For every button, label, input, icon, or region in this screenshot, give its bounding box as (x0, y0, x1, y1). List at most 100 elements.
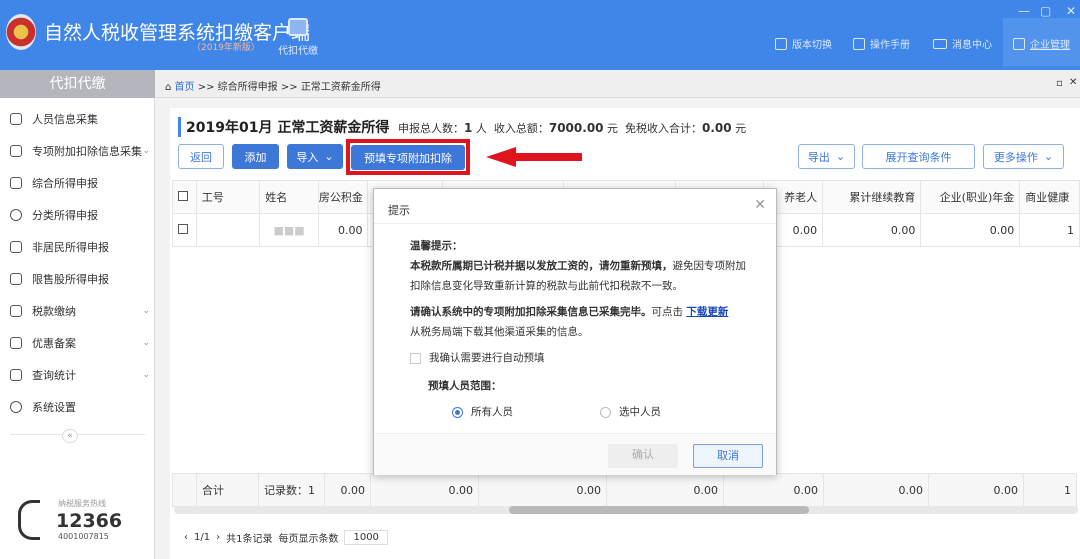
l: 免税收入合计： (625, 122, 703, 135)
back-button[interactable]: 返回 (178, 144, 224, 169)
heading: 温馨提示： (410, 240, 463, 252)
radio-all[interactable]: 所有人员 (452, 402, 592, 422)
cell: 0.00 (324, 473, 371, 507)
sidebar-item-restricted-stock[interactable]: 限售股所得申报 (10, 271, 150, 287)
message-center-button[interactable]: 消息中心 (933, 36, 992, 51)
gear-icon (10, 401, 22, 413)
prompt-dialog: 提示 ✕ 温馨提示： 本税款所属期已计税并据以发放工资的，请勿重新预填，避免因专… (373, 188, 777, 475)
sidebar-item-classified[interactable]: 分类所得申报 (10, 207, 150, 223)
per-page-label: 每页显示条数 (278, 534, 339, 545)
label: 人员信息采集 (32, 113, 98, 126)
confirm-checkbox[interactable] (410, 352, 421, 364)
document-icon (775, 37, 787, 50)
import-button[interactable]: 导入 ⌄ (287, 144, 343, 169)
book-icon (10, 337, 22, 349)
module-tab[interactable]: 代扣代缴 (276, 18, 320, 57)
col-header[interactable]: 姓名 (259, 180, 319, 214)
cell: 0.00 (478, 473, 607, 507)
sidebar-item-comprehensive[interactable]: 综合所得申报 (10, 175, 150, 191)
label: 更多操作 (993, 150, 1038, 164)
col-header[interactable]: 工号 (195, 180, 261, 214)
breadcrumb: ⌂ 首页 >> 综合所得申报 >> 正常工资薪金所得 (165, 78, 381, 93)
dialog-title: 提示 (388, 204, 410, 217)
record-count: 记录数：1 (258, 473, 325, 507)
u: 元 (607, 122, 619, 135)
building-icon (1013, 37, 1025, 50)
label: 企业管理 (1030, 40, 1070, 51)
cell-name-blurred: ■■■ (259, 213, 319, 247)
bar-chart-icon (10, 273, 22, 285)
label: 导出 (807, 150, 830, 164)
confirm-button[interactable]: 确认 (608, 444, 678, 468)
row-checkbox[interactable] (172, 213, 197, 247)
sidebar-item-nonresident[interactable]: 非居民所得申报 (10, 239, 150, 255)
l: 申报总人数： (398, 122, 464, 135)
next-page-icon[interactable]: › (216, 532, 220, 543)
app-title: 自然人税收管理系统扣缴客户端 (44, 22, 311, 44)
label: 版本切换 (792, 40, 832, 51)
horizontal-scrollbar[interactable] (174, 506, 1078, 514)
p1-bold: 本税款所属期已计税并据以发放工资的，请勿重新预填， (410, 260, 673, 272)
cancel-button[interactable]: 取消 (693, 444, 763, 468)
sidebar-item-tax-payment[interactable]: 税款缴纳 ⌄ (10, 303, 150, 319)
select-all-checkbox[interactable] (172, 180, 197, 214)
add-button[interactable]: 添加 (232, 144, 279, 169)
close-tab-button[interactable]: ✕ (1069, 77, 1077, 88)
emblem-logo (6, 14, 36, 50)
close-window-button[interactable]: ✕ (1066, 4, 1076, 18)
page: 1/1 (194, 532, 211, 543)
expand-query-button[interactable]: 展开查询条件 (862, 144, 975, 169)
exempt: 0.00 (702, 121, 732, 135)
sidebar-item-query[interactable]: 查询统计 ⌄ (10, 367, 150, 383)
sidebar-item-preferential[interactable]: 优惠备案 ⌄ (10, 335, 150, 351)
chevron-down-icon: ⌄ (142, 370, 150, 380)
col-header[interactable]: 商业健康 (1019, 180, 1080, 214)
maximize-button[interactable]: ▢ (1040, 4, 1051, 18)
prev-page-icon[interactable]: ‹ (184, 532, 188, 543)
label: 选中人员 (619, 406, 661, 418)
summary: 申报总人数：1 人 收入总额：7000.00 元 免税收入合计：0.00 元 (398, 120, 746, 136)
close-icon[interactable]: ✕ (754, 197, 766, 213)
headset-icon (18, 500, 40, 540)
sidebar-item-settings[interactable]: 系统设置 (10, 399, 150, 415)
paragraph-2: 请确认系统中的专项附加扣除采集信息已采集完毕。可点击 下载更新 从税务局端下载其他… (410, 302, 755, 342)
chevron-down-icon: ⌄ (142, 338, 150, 348)
version-switch-button[interactable]: 版本切换 (775, 36, 832, 51)
col-header[interactable]: 房公积金 (317, 180, 369, 214)
page-title: 2019年01月 正常工资薪金所得 (178, 117, 389, 137)
mail-icon (933, 38, 947, 49)
collapse-sidebar-button[interactable]: « (62, 429, 78, 443)
search-list-icon (10, 369, 22, 381)
label: 分类所得申报 (32, 209, 98, 222)
manual-button[interactable]: 操作手册 (853, 36, 910, 51)
layers-icon (10, 177, 22, 189)
confirm-checkbox-row[interactable]: 我确认需要进行自动预填 (410, 348, 755, 368)
cell (195, 213, 261, 247)
scrollbar-thumb[interactable] (509, 506, 809, 514)
export-button[interactable]: 导出 ⌄ (798, 144, 855, 169)
checkbox-label: 我确认需要进行自动预填 (429, 352, 545, 364)
breadcrumb-item[interactable]: 综合所得申报 (218, 82, 278, 93)
col-header[interactable]: 累计继续教育 (822, 180, 922, 214)
breadcrumb-home[interactable]: 首页 (175, 82, 195, 93)
download-update-link[interactable]: 下载更新 (686, 306, 728, 318)
p2-mid: 可点击 (651, 306, 687, 318)
corp-manage-button[interactable]: 企业管理 (1013, 36, 1070, 51)
label: 导入 (296, 150, 319, 164)
total: 共1条记录 (226, 534, 273, 545)
sidebar-item-person-info[interactable]: 人员信息采集 (10, 111, 150, 127)
list-icon (10, 145, 22, 157)
restore-tab-button[interactable]: ▫ (1056, 78, 1063, 89)
minimize-button[interactable]: — (1018, 4, 1030, 18)
chevron-down-icon: ⌄ (142, 146, 150, 156)
wallet-icon (288, 18, 308, 36)
cell: 1 (1023, 473, 1077, 507)
per-page-input[interactable]: 1000 (344, 530, 388, 545)
radio-selected[interactable]: 选中人员 (600, 402, 661, 422)
sidebar-item-special-deduction[interactable]: 专项附加扣除信息采集 ⌄ (10, 143, 150, 159)
more-actions-button[interactable]: 更多操作 ⌄ (983, 144, 1064, 169)
tab-bar (0, 70, 1080, 98)
chevron-down-icon: ⌄ (1043, 150, 1054, 163)
income: 7000.00 (548, 121, 604, 135)
col-header[interactable]: 企业(职业)年金 (920, 180, 1021, 214)
